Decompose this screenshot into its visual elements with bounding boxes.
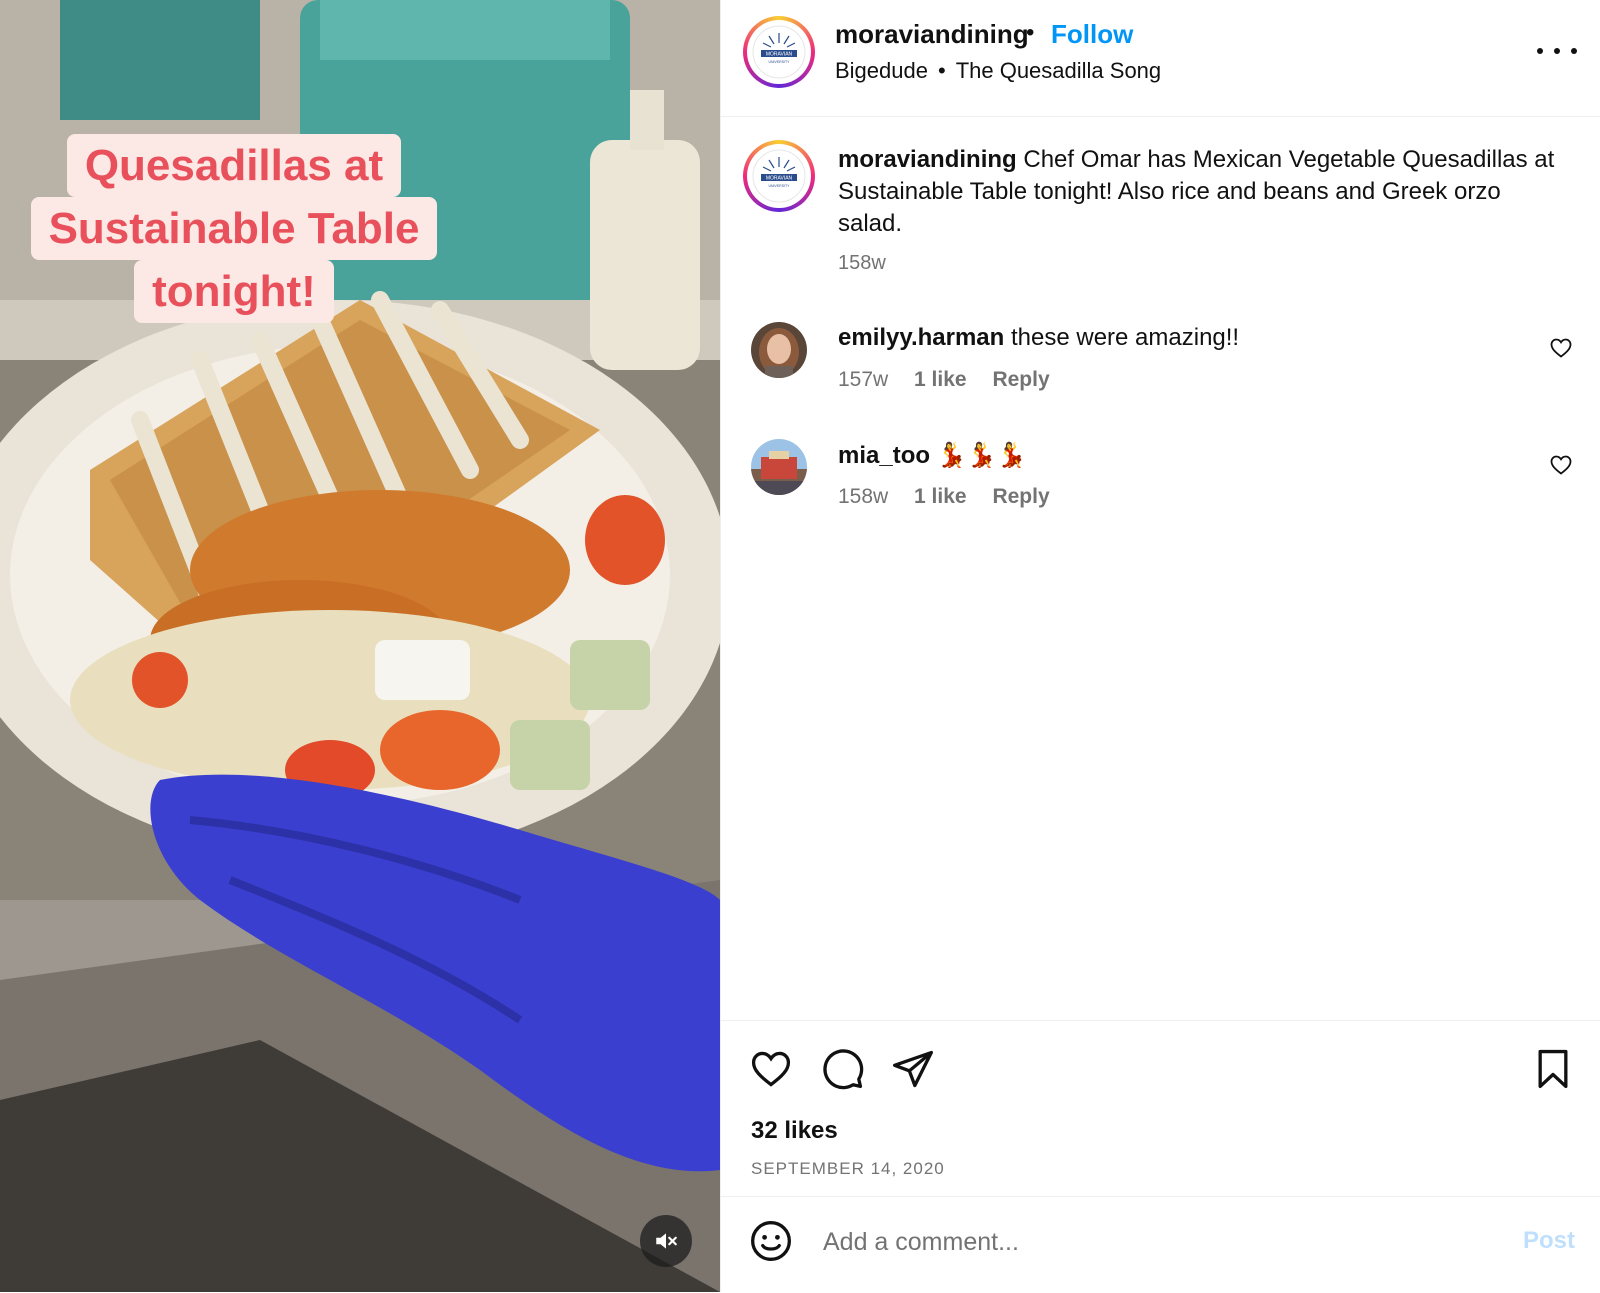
comment-time[interactable]: 157w <box>838 368 888 391</box>
overlay-line: tonight! <box>134 260 334 323</box>
comment-item: emilyy.harman these were amazing!! 157w … <box>721 322 1600 422</box>
audio-separator: • <box>937 58 946 83</box>
caption-username[interactable]: moraviandining <box>838 146 1017 173</box>
comment-body: 💃💃💃 <box>936 442 1027 469</box>
comment-text: mia_too 💃💃💃 <box>838 441 1026 470</box>
comment-username[interactable]: mia_too <box>838 442 930 469</box>
post-video[interactable]: Quesadillas at Sustainable Table tonight… <box>0 0 720 1292</box>
comment-meta: 157w 1 like Reply <box>838 368 1070 392</box>
post-header: MORAVIAN UNIVERSITY moraviandining • Fol… <box>721 0 1600 117</box>
bookmark-icon[interactable] <box>1531 1047 1575 1091</box>
svg-text:MORAVIAN: MORAVIAN <box>766 52 793 58</box>
post-details-panel: MORAVIAN UNIVERSITY moraviandining • Fol… <box>720 0 1600 1292</box>
comment-input[interactable] <box>821 1219 1465 1265</box>
heart-icon[interactable] <box>1549 453 1573 477</box>
emoji-icon[interactable] <box>749 1219 793 1263</box>
user-avatar-icon <box>751 322 807 378</box>
audio-info[interactable]: Bigedude • The Quesadilla Song <box>835 58 1161 84</box>
share-icon[interactable] <box>891 1047 935 1091</box>
video-text-overlay: Quesadillas at Sustainable Table tonight… <box>14 134 454 323</box>
more-options-icon[interactable] <box>1537 36 1577 66</box>
comment-icon[interactable] <box>821 1047 865 1091</box>
moravian-logo-icon: MORAVIAN UNIVERSITY <box>752 149 806 203</box>
follow-button[interactable]: Follow <box>1051 19 1133 50</box>
moravian-logo-icon: MORAVIAN UNIVERSITY <box>752 25 806 79</box>
heart-icon[interactable] <box>749 1047 793 1091</box>
post-date: SEPTEMBER 14, 2020 <box>751 1159 945 1178</box>
instagram-post-view: Quesadillas at Sustainable Table tonight… <box>0 0 1600 1292</box>
likes-count[interactable]: 32 likes <box>751 1117 838 1145</box>
overlay-line: Sustainable Table <box>30 197 438 260</box>
mute-button[interactable] <box>640 1215 692 1267</box>
post-actions: 32 likes SEPTEMBER 14, 2020 <box>721 1020 1600 1178</box>
speaker-muted-icon <box>656 1233 677 1249</box>
comment-item: mia_too 💃💃💃 158w 1 like Reply <box>721 439 1600 539</box>
caption-timestamp[interactable]: 158w <box>838 252 886 275</box>
avatar[interactable] <box>751 439 807 495</box>
comment-likes[interactable]: 1 like <box>914 368 967 391</box>
svg-text:UNIVERSITY: UNIVERSITY <box>768 184 790 188</box>
audio-artist[interactable]: Bigedude <box>835 58 928 83</box>
svg-text:MORAVIAN: MORAVIAN <box>766 176 793 182</box>
comment-time[interactable]: 158w <box>838 485 888 508</box>
header-username[interactable]: moraviandining <box>835 19 1029 50</box>
add-comment-bar: Post <box>721 1196 1600 1293</box>
avatar[interactable]: MORAVIAN UNIVERSITY <box>743 140 815 212</box>
separator-dot: • <box>1026 19 1035 46</box>
comment-text: emilyy.harman these were amazing!! <box>838 324 1239 352</box>
avatar[interactable] <box>751 322 807 378</box>
comment-username[interactable]: emilyy.harman <box>838 324 1004 351</box>
heart-icon[interactable] <box>1549 336 1573 360</box>
comment-body: these were amazing!! <box>1010 324 1240 351</box>
avatar[interactable]: MORAVIAN UNIVERSITY <box>743 16 815 88</box>
reply-button[interactable]: Reply <box>992 485 1049 508</box>
comment-likes[interactable]: 1 like <box>914 485 967 508</box>
user-avatar-icon <box>751 439 807 495</box>
overlay-line: Quesadillas at <box>66 134 402 197</box>
comment-meta: 158w 1 like Reply <box>838 485 1070 509</box>
caption-text: moraviandining Chef Omar has Mexican Veg… <box>838 144 1558 240</box>
reply-button[interactable]: Reply <box>992 368 1049 391</box>
audio-title[interactable]: The Quesadilla Song <box>956 58 1161 83</box>
post-button[interactable]: Post <box>1523 1227 1575 1255</box>
svg-text:UNIVERSITY: UNIVERSITY <box>768 60 790 64</box>
